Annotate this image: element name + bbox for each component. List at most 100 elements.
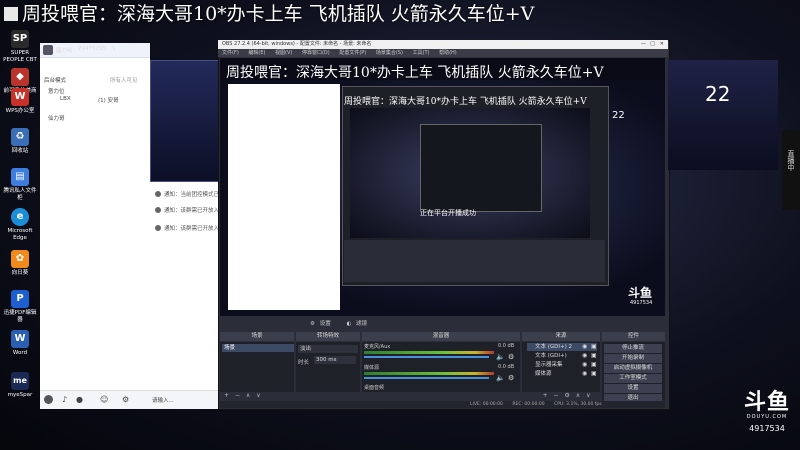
lock-icon[interactable]: ▣: [591, 352, 597, 359]
desktop-icon-pdf[interactable]: P 迅捷PDF编辑器: [2, 290, 38, 324]
desktop-icon-label: 回收站: [11, 148, 29, 154]
room-id: 4917534: [749, 424, 785, 433]
desktop-icon-label: myeSpar: [7, 392, 33, 398]
scenes-panel-header: 场景: [220, 332, 294, 341]
desktop-icon-label: Microsoft Edge: [7, 228, 33, 241]
obs-toolbar: ⚙ 设置 ◐ 滤镜: [220, 318, 665, 330]
transitions-panel: 淡出 时长 300 ms: [296, 342, 360, 392]
duration-input[interactable]: 300 ms: [314, 356, 356, 364]
lock-icon[interactable]: ▣: [591, 361, 597, 368]
live-time: LIVE: 00:00:00: [470, 402, 503, 407]
add-icon[interactable]: +: [224, 392, 229, 399]
scene-item[interactable]: 场景: [222, 344, 294, 352]
remove-icon[interactable]: −: [235, 392, 240, 399]
logo-subtext: DOUYU.COM: [746, 414, 788, 420]
chat-input[interactable]: 请输入...: [152, 396, 174, 404]
volume-slider[interactable]: [364, 356, 489, 358]
desktop-icon-label: Word: [12, 350, 28, 356]
sources-panel-header: 来源: [522, 332, 600, 341]
menu-help[interactable]: 帮助(H): [439, 50, 457, 56]
desktop-icon-sunflower[interactable]: ✿ 向日葵: [2, 250, 38, 277]
settings-icon[interactable]: ⚙: [122, 395, 129, 404]
banner-text: 周投喂官：深海大哥10*办卡上车 飞机插队 火箭永久车位+V: [22, 3, 535, 25]
menu-docks[interactable]: 停靠窗口(D): [302, 50, 330, 56]
filters-button[interactable]: 滤镜: [356, 321, 367, 327]
audio-meter: [364, 372, 494, 375]
mic-icon[interactable]: ●: [76, 395, 83, 404]
game-icon: SP: [11, 30, 29, 48]
chevron-down-icon[interactable]: ∨: [256, 392, 260, 399]
desktop-icon-word[interactable]: W Word: [2, 330, 38, 357]
controls-panel-header: 控件: [602, 332, 665, 341]
emoji-icon[interactable]: ☺: [100, 395, 108, 404]
desktop-icon-super-people[interactable]: SP SUPER PEOPLE CBT: [2, 30, 38, 64]
online-count: 1: [112, 46, 116, 52]
chevron-down-icon[interactable]: ∨: [586, 392, 590, 399]
side-vertical-text[interactable]: 直播中: [786, 150, 796, 171]
app-icon: ◆: [11, 68, 29, 86]
mixer-channel-value: 0.0 dB: [498, 364, 515, 370]
menu-edit[interactable]: 编辑(E): [248, 50, 265, 56]
desktop-icon-label: WPS办公室: [5, 108, 35, 114]
chevron-up-icon[interactable]: ∧: [576, 392, 580, 399]
mixer-panel-header: 混音器: [362, 332, 520, 341]
nested-obs-docks: [344, 240, 605, 282]
info-icon: [155, 225, 161, 231]
mixer-channel-value: 0.0 dB: [498, 343, 515, 349]
speaker-icon[interactable]: 🔈: [496, 374, 505, 382]
rec-time: REC: 00:00:00: [512, 402, 545, 407]
minimize-button[interactable]: —: [641, 40, 646, 49]
gear-icon[interactable]: ⚙: [508, 353, 514, 361]
tree-item[interactable]: LBX: [60, 96, 71, 102]
mixer-channel-name: 桌面音频: [364, 385, 385, 391]
studio-mode-button[interactable]: 工作室模式: [604, 374, 662, 383]
edge-icon: e: [11, 208, 29, 226]
settings-button[interactable]: 设置: [320, 321, 331, 327]
eye-icon[interactable]: ◉: [582, 343, 587, 350]
lock-icon[interactable]: ▣: [591, 343, 597, 350]
avatar[interactable]: [43, 45, 53, 55]
menu-file[interactable]: 文件(F): [222, 50, 239, 56]
gear-icon[interactable]: ⚙: [564, 392, 569, 399]
desktop-icon-label: 迅捷PDF编辑器: [3, 310, 37, 323]
nested-message: 正在平台开播成功: [420, 209, 476, 217]
virtual-camera-button[interactable]: 启动虚拟摄像机: [604, 364, 662, 373]
desktop-icon-recycle-bin[interactable]: ♻ 回收站: [2, 128, 38, 155]
stop-stream-button[interactable]: 停止推流: [604, 344, 662, 353]
transition-select[interactable]: 淡出: [298, 345, 358, 353]
douyu-logo: 斗鱼 DOUYU.COM 4917534: [742, 392, 792, 434]
close-button[interactable]: ✕: [660, 40, 664, 49]
chevron-up-icon[interactable]: ∧: [246, 392, 250, 399]
speaker-icon[interactable]: 🔈: [496, 353, 505, 361]
lock-icon[interactable]: ▣: [591, 370, 597, 377]
desktop-icon-myespar[interactable]: me myeSpar: [2, 372, 38, 399]
eye-icon[interactable]: ◉: [582, 361, 587, 368]
gear-icon[interactable]: ⚙: [310, 321, 315, 327]
start-recording-button[interactable]: 开始录制: [604, 354, 662, 363]
avatar[interactable]: [44, 395, 53, 404]
tree-item[interactable]: (1) 安哥: [98, 96, 119, 104]
remove-icon[interactable]: −: [554, 392, 559, 399]
obs-preview[interactable]: 周投喂官：深海大哥10*办卡上车 飞机插队 火箭永久车位+V 周投喂官：深海大哥…: [220, 58, 665, 316]
menu-scene-collection[interactable]: 场景集合(S): [376, 50, 403, 56]
tree-item[interactable]: 仙力哥: [48, 114, 65, 122]
menu-tools[interactable]: 工具(T): [413, 50, 430, 56]
volume-icon[interactable]: ♪: [62, 395, 67, 404]
maximize-button[interactable]: □: [650, 40, 655, 49]
eye-icon[interactable]: ◉: [582, 352, 587, 359]
eye-icon[interactable]: ◉: [582, 370, 587, 377]
gear-icon[interactable]: ⚙: [508, 374, 514, 382]
desktop-icon-file-cabinet[interactable]: ▤ 腾讯私人文件柜: [2, 168, 38, 202]
menu-view[interactable]: 视图(V): [275, 50, 292, 56]
desktop-icon-wps[interactable]: W WPS办公室: [2, 88, 38, 115]
menu-profile[interactable]: 配置文件(P): [339, 50, 366, 56]
nested-preview-inner: [420, 124, 542, 212]
filter-icon[interactable]: ◐: [346, 321, 351, 327]
nested-logo: 斗鱼: [628, 286, 653, 300]
add-icon[interactable]: +: [543, 392, 548, 399]
scenes-list: 场景: [220, 342, 294, 392]
volume-slider[interactable]: [364, 377, 489, 379]
chat-input-bar: ♪ ● ☺ ⚙ 请输入...: [40, 390, 218, 409]
desktop-icon-edge[interactable]: e Microsoft Edge: [2, 208, 38, 242]
tree-item[interactable]: 意力位: [48, 87, 65, 95]
